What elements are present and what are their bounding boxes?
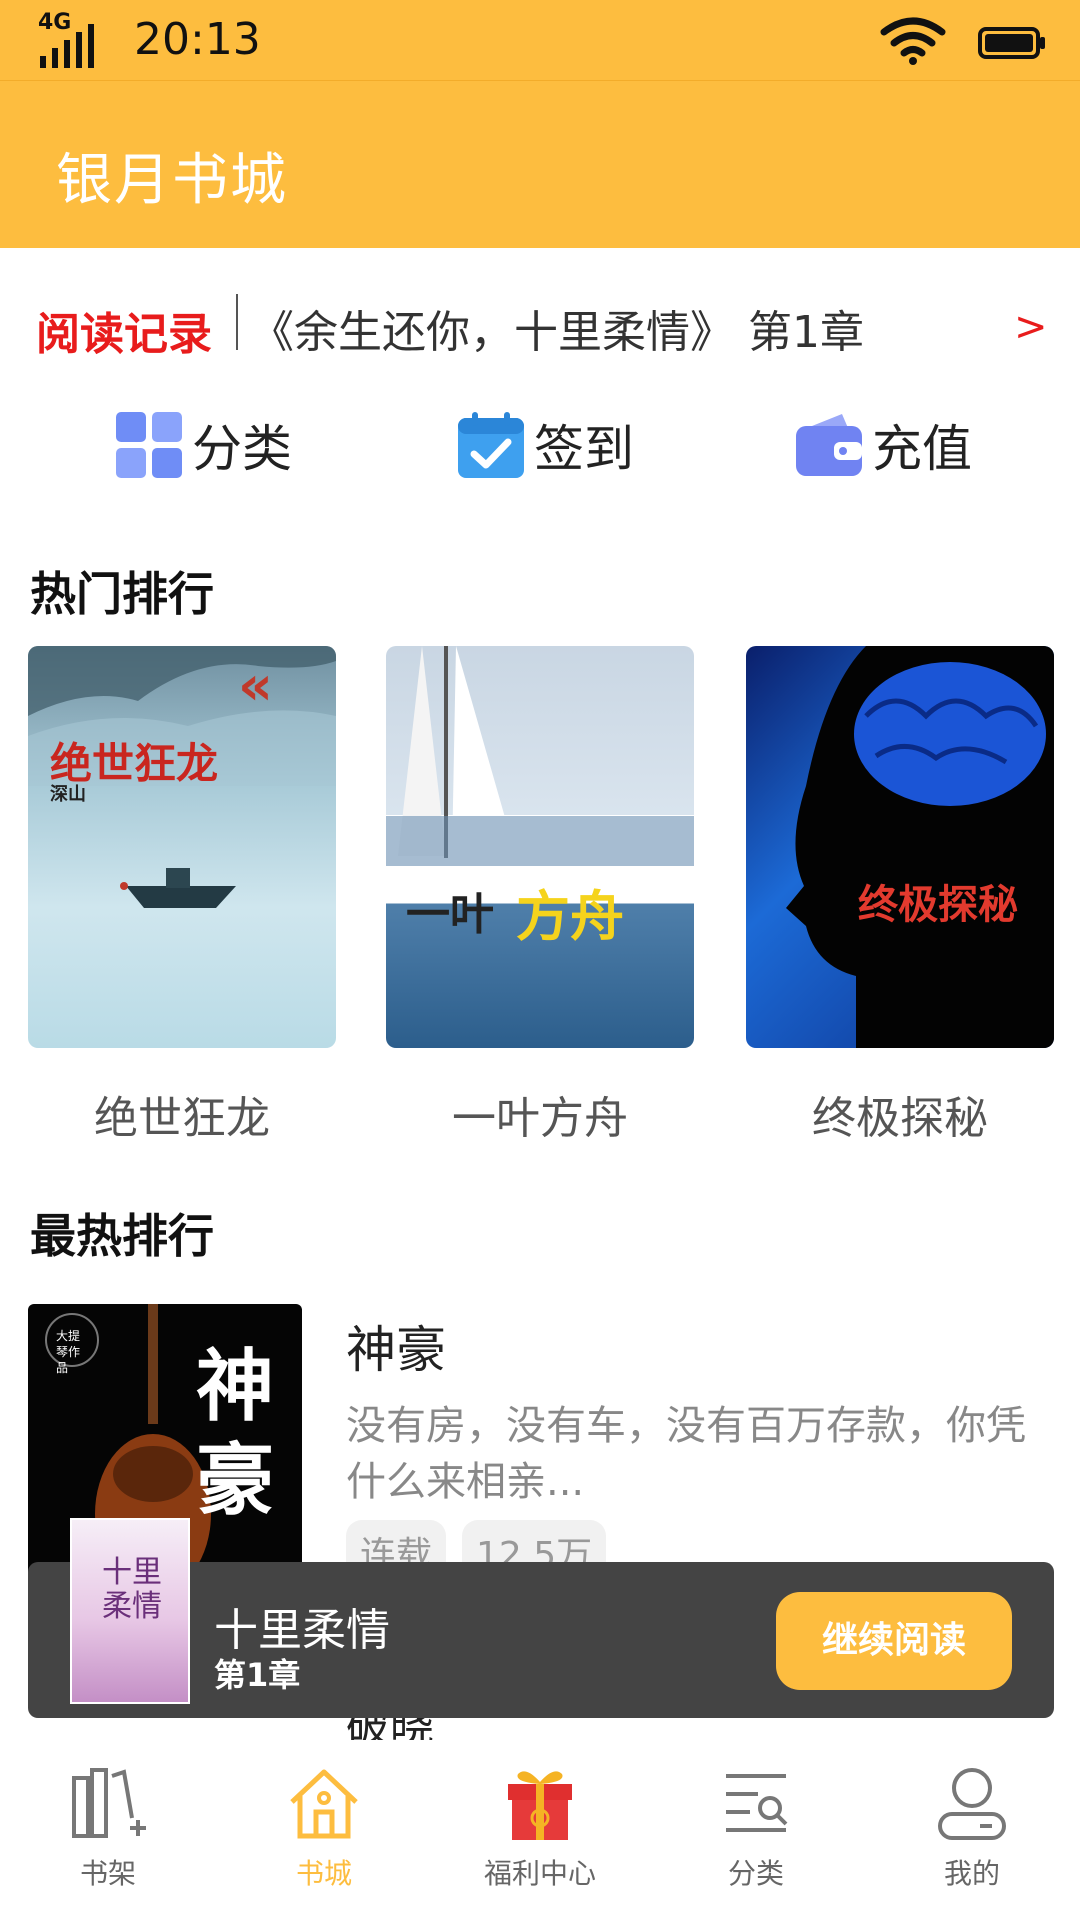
tab-bookstore[interactable]: 书城 xyxy=(244,1764,404,1894)
tab-label: 书城 xyxy=(295,1857,352,1890)
cover-title: 终极探秘 xyxy=(858,881,1018,928)
quick-action-label: 充值 xyxy=(872,420,972,478)
grid-icon xyxy=(116,412,182,478)
divider xyxy=(236,294,238,350)
tab-welfare-center[interactable]: 福利中心 xyxy=(460,1764,620,1894)
book-name[interactable]: 终极探秘 xyxy=(746,1082,1054,1146)
continue-reading-button[interactable]: 继续阅读 xyxy=(776,1592,1012,1690)
home-icon xyxy=(290,1769,358,1839)
page-title: 银月书城 xyxy=(56,148,288,213)
battery-icon xyxy=(978,27,1045,59)
continue-book-chapter: 第1章 xyxy=(214,1656,301,1694)
category-search-icon xyxy=(726,1774,788,1832)
wifi-icon xyxy=(880,17,946,65)
reading-history-book[interactable]: 《余生还你，十里柔情》 第1章 xyxy=(250,296,864,360)
boat-art xyxy=(120,868,236,908)
book-cover-1[interactable]: « 绝世狂龙 深山 xyxy=(28,646,336,1048)
section-title-hot: 热门排行 xyxy=(30,567,214,621)
book-cover-3[interactable]: 终极探秘 xyxy=(746,646,1054,1048)
tab-label: 分类 xyxy=(727,1857,784,1890)
tab-label: 福利中心 xyxy=(483,1857,596,1890)
chevrons-art: « xyxy=(238,654,273,717)
status-bar: 4G 20:13 xyxy=(0,0,1080,80)
profile-icon xyxy=(938,1768,1006,1840)
tab-label: 书架 xyxy=(79,1857,136,1890)
app-header: 银月书城 xyxy=(0,80,1080,248)
head-silhouette-art xyxy=(786,646,1054,1048)
cover-title: 十里柔情 xyxy=(102,1555,162,1624)
tab-category[interactable]: 分类 xyxy=(676,1764,836,1894)
quick-action-label: 分类 xyxy=(192,420,292,478)
quick-action-category[interactable]: 分类 xyxy=(114,400,292,490)
tab-profile[interactable]: 我的 xyxy=(892,1764,1052,1894)
cover-title-part-a: 一叶 xyxy=(406,889,494,940)
quick-action-recharge[interactable]: 充值 xyxy=(794,400,972,490)
cover-badge: 大提琴作品 xyxy=(56,1329,81,1375)
tab-label: 我的 xyxy=(943,1857,1000,1890)
section-title-hottest: 最热排行 xyxy=(30,1209,214,1263)
cover-title-part-b: 方舟 xyxy=(516,884,624,948)
chevron-right-icon[interactable]: > xyxy=(1014,304,1048,350)
wallet-icon xyxy=(796,414,862,476)
cover-title-part-b: 豪 xyxy=(196,1435,275,1526)
continue-book-title: 十里柔情 xyxy=(214,1605,390,1656)
signal-icon xyxy=(40,24,94,68)
status-time: 20:13 xyxy=(134,14,261,65)
list-book-title[interactable]: 神豪 xyxy=(346,1310,446,1382)
quick-action-label: 签到 xyxy=(534,420,634,478)
quick-action-checkin[interactable]: 签到 xyxy=(456,400,634,490)
continue-book-cover[interactable]: 十里柔情 xyxy=(70,1518,190,1704)
book-name[interactable]: 绝世狂龙 xyxy=(28,1082,336,1146)
list-book-desc: 没有房，没有车，没有百万存款，你凭什么来相亲... xyxy=(346,1403,1026,1505)
reading-history-row[interactable]: 阅读记录 《余生还你，十里柔情》 第1章 > xyxy=(0,270,1080,380)
book-cover-2[interactable]: 一叶 方舟 xyxy=(386,646,694,1048)
cover-author: 深山 xyxy=(50,784,86,805)
calendar-check-icon xyxy=(458,412,524,478)
reading-history-label: 阅读记录 xyxy=(36,309,212,360)
tab-bookshelf[interactable]: 书架 xyxy=(28,1764,188,1894)
gift-icon xyxy=(508,1771,572,1840)
bottom-tab-bar: 书架 书城 福利中心 分类 我的 xyxy=(0,1740,1080,1920)
sailboat-art xyxy=(386,646,694,866)
bookshelf-icon xyxy=(72,1768,146,1838)
book-name[interactable]: 一叶方舟 xyxy=(386,1082,694,1146)
